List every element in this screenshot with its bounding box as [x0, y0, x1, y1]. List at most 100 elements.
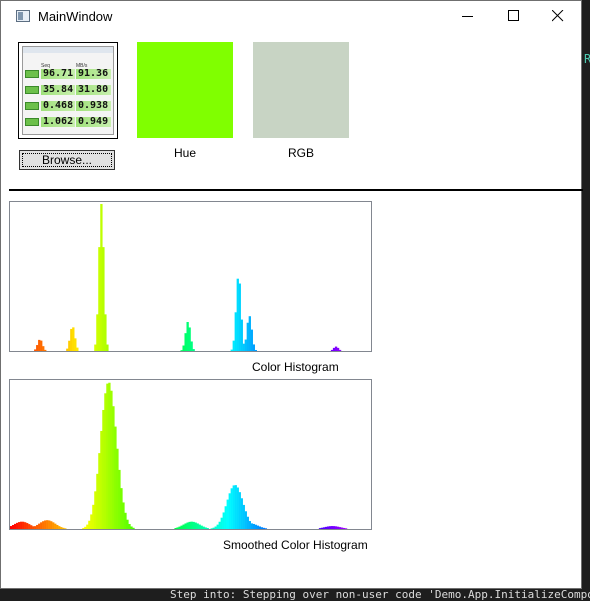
histogram-bar: [34, 526, 37, 529]
histogram-bar: [332, 526, 336, 529]
histogram-bar: [238, 492, 241, 529]
histogram-bar: [202, 526, 205, 529]
title-bar[interactable]: MainWindow: [1, 1, 581, 31]
histogram-bar: [56, 524, 59, 529]
ide-status-bar: Step into: Stepping over non-user code '…: [170, 589, 590, 601]
histogram-bar: [38, 523, 41, 529]
histogram-bar: [112, 406, 115, 529]
histogram-bar: [334, 526, 338, 529]
histogram-bar: [38, 339, 41, 351]
histogram-bar: [36, 524, 39, 529]
histogram-bar: [102, 409, 105, 529]
smoothed-histogram: [9, 379, 372, 530]
histogram-bar: [54, 523, 57, 529]
histogram-bar: [248, 316, 251, 351]
hue-label: Hue: [173, 146, 196, 160]
histogram-bar: [242, 343, 245, 351]
browse-button[interactable]: Browse...: [19, 150, 115, 170]
histogram-bar: [194, 522, 197, 529]
histogram-bar: [226, 499, 229, 529]
histogram-bar: [50, 521, 53, 529]
histogram-bar: [102, 247, 105, 351]
histogram-bar: [124, 512, 127, 529]
histogram-bar: [222, 512, 225, 529]
histogram-bar: [132, 527, 135, 529]
histogram-bar: [20, 521, 23, 529]
histogram-bar: [84, 526, 87, 529]
histogram-bar: [246, 516, 249, 529]
image-preview: Seq MB/s 96.71 91.36 35.84 31.80 0.468 0…: [22, 46, 114, 135]
histogram-bar: [252, 523, 255, 529]
histogram-bar: [192, 349, 195, 351]
histogram-bar: [12, 524, 15, 529]
preview-read-value: 35.84: [41, 84, 75, 95]
histogram-bar: [66, 348, 69, 351]
histogram-bar: [16, 522, 19, 529]
histogram-bar: [18, 522, 21, 529]
histogram-bar: [98, 247, 101, 351]
histogram-bar: [216, 524, 219, 529]
histogram-bar: [224, 506, 227, 529]
histogram-bar: [264, 528, 268, 529]
histogram-bar: [258, 526, 261, 529]
preview-write-value: 0.949: [76, 117, 111, 127]
preview-write-value: 91.36: [76, 69, 111, 79]
histogram-bar: [42, 346, 45, 351]
histogram-bar: [32, 526, 35, 529]
histogram-bar: [190, 341, 193, 351]
histogram-bar: [248, 521, 251, 529]
histogram-bar: [72, 327, 75, 351]
histogram-bar: [336, 347, 340, 351]
maximize-button[interactable]: [491, 1, 537, 31]
histogram-bar: [98, 453, 101, 529]
histogram-bar: [82, 527, 85, 529]
histogram-bar: [178, 526, 181, 529]
histogram-bar: [22, 521, 25, 529]
histogram-bar: [252, 344, 255, 351]
histogram-bar: [106, 383, 109, 529]
histogram-bar: [328, 526, 332, 529]
histogram-bar: [42, 521, 45, 529]
histogram-bar: [228, 493, 231, 529]
histogram-bar: [186, 322, 189, 351]
smoothed-histogram-caption: Smoothed Color Histogram: [223, 538, 368, 552]
histogram-bar: [86, 524, 89, 529]
histogram-bar: [204, 527, 207, 529]
preview-write-value: 0.938: [76, 101, 111, 111]
histogram-bar: [230, 488, 233, 529]
histogram-bar: [240, 319, 243, 351]
histogram-bar: [196, 523, 199, 529]
histogram-bar: [60, 527, 63, 529]
preview-row: 96.71 91.36: [25, 69, 111, 79]
histogram-bar: [320, 527, 324, 529]
preview-read-value: 0.468: [41, 100, 75, 111]
histogram-bar: [44, 349, 47, 351]
background-glyph: R: [584, 52, 590, 66]
histogram-bar: [236, 278, 239, 351]
histogram-bar: [250, 329, 253, 351]
histogram-bar: [26, 523, 29, 529]
histogram-bar: [254, 524, 257, 529]
histogram-bar: [344, 528, 348, 529]
histogram-bar: [24, 522, 27, 529]
histogram-bar: [180, 350, 183, 351]
histogram-bar: [322, 527, 326, 529]
histogram-bar: [40, 340, 43, 351]
rgb-swatch: [253, 42, 349, 138]
histogram-bar: [74, 338, 77, 351]
histogram-bar: [110, 390, 113, 529]
histogram-bar: [96, 473, 99, 529]
window-title: MainWindow: [38, 9, 113, 24]
histogram-bar: [76, 347, 79, 351]
minimize-icon: [462, 16, 473, 17]
histogram-bar: [254, 349, 257, 351]
histogram-bar: [28, 524, 31, 529]
histogram-bar: [240, 498, 243, 529]
histogram-bar: [326, 526, 330, 529]
histogram-bar: [120, 488, 123, 529]
histogram-bar: [94, 344, 97, 351]
close-button[interactable]: [535, 1, 581, 31]
minimize-button[interactable]: [445, 1, 491, 31]
histogram-bar: [192, 521, 195, 529]
histogram-bar: [106, 344, 109, 351]
